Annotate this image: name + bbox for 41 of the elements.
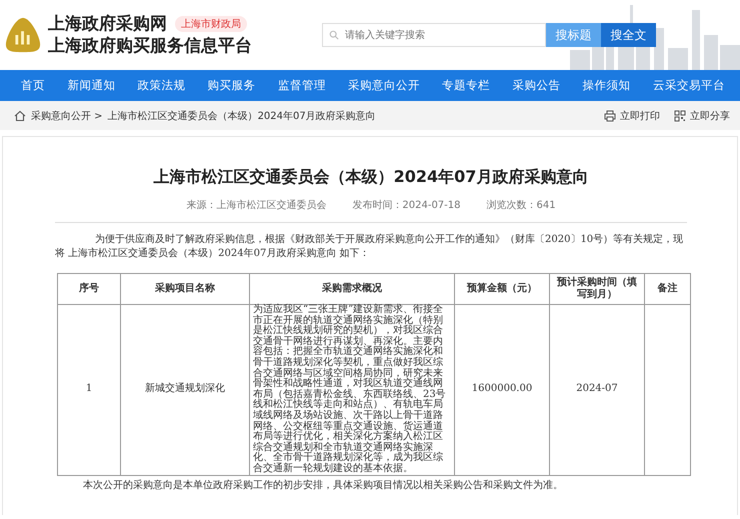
column-header: 预算金额（元） bbox=[454, 274, 550, 304]
site-badge: 上海市财政局 bbox=[175, 16, 247, 32]
nav-item[interactable]: 首页 bbox=[21, 78, 46, 93]
meta-text: 来源：上海市松江区交通委员会 bbox=[186, 198, 326, 212]
site-subtitle: 上海政府购买服务信息平台 bbox=[48, 36, 252, 56]
column-header: 备注 bbox=[644, 274, 690, 304]
nav-item[interactable]: 政策法规 bbox=[137, 78, 186, 93]
table-cell: 1600000.00 bbox=[454, 304, 550, 475]
nav-item[interactable]: 采购公告 bbox=[512, 78, 560, 93]
search-button[interactable]: 搜标题 bbox=[546, 23, 601, 47]
site-title: 上海政府采购网 bbox=[48, 14, 167, 34]
breadcrumb-item[interactable]: 采购意向公开 > bbox=[31, 108, 103, 122]
printer-icon[interactable] bbox=[604, 110, 616, 122]
article-title: 上海市松江区交通委员会（本级）2024年07月政府采购意向 bbox=[152, 167, 590, 188]
nav-item[interactable]: 监督管理 bbox=[278, 78, 326, 93]
column-header: 预计采购时间（填写到月） bbox=[550, 274, 644, 304]
nav-item[interactable]: 云采交易平台 bbox=[652, 78, 725, 93]
qr-code-icon[interactable] bbox=[674, 110, 686, 122]
table-cell: 2024-07 bbox=[550, 304, 644, 475]
table-cell: 新城交通规划深化 bbox=[120, 304, 250, 475]
breadcrumb-item: 上海市松江区交通委员会（本级）2024年07月政府采购意向 bbox=[108, 110, 376, 122]
nav-item[interactable]: 采购意向公开 bbox=[348, 78, 420, 93]
table-cell: 1 bbox=[58, 304, 120, 475]
meta-text: 发布时间：2024-07-18 bbox=[352, 198, 461, 212]
nav-item[interactable]: 专题专栏 bbox=[442, 78, 490, 93]
footnote-text: 本次公开的采购意向是本单位政府采购工作的初步安排，具体采购项目情况以相关采购公告和采购文件为准。 bbox=[82, 478, 564, 492]
intro-paragraph: 为便于供应商及时了解政府采购信息，根据《财政部关于开展政府采购意向公开工作的通知》（财库〔2020〕10号）等有关规定，现将 上海市松江区交通委员会（本级）2024年07月政府采购意向 如下： bbox=[55, 233, 684, 261]
action-link[interactable]: 立即打印 bbox=[604, 108, 660, 122]
nav-item[interactable]: 新闻通知 bbox=[67, 78, 116, 93]
search-button[interactable]: 搜全文 bbox=[601, 23, 656, 47]
table-cell: 为适应我区“三张王牌”建设新需求、衔接全市正在开展的轨道交通网络实施深化（特别是松江快线规划研究的契机），对我区综合交通骨干网络进行再谋划、再深化。主要内容包括：把握全市轨道交通网络实施深化和骨干道路规划深化等契机，重点做好我区综合交通网络与区域空间格局协同，研究未来骨架性和战略性通道，对我区轨道交通线网布局（包括嘉青松金线、东西联络线、23号线和松江快线等走向和站点）、有轨电车局域线网络及场站设施、次干路以上骨干道路网络、公交枢纽等重点交通设施、货运通道布局等进行优化，相关深化方案纳入松江区综合交通规划和全市轨道交通网络实施深化、全市骨干道路规划深化等，成为我区综合交通新一轮规划建设的基本依据。 bbox=[250, 304, 454, 475]
column-header: 采购项目名称 bbox=[120, 274, 250, 304]
nav-item[interactable]: 购买服务 bbox=[208, 78, 256, 93]
logo-icon bbox=[4, 16, 42, 54]
action-link[interactable]: 立即分享 bbox=[674, 108, 730, 122]
column-header: 采购需求概况 bbox=[250, 274, 454, 304]
column-header: 序号 bbox=[58, 274, 120, 304]
search-field[interactable]: 请输入关键字搜索 bbox=[322, 23, 546, 47]
nav-item[interactable]: 操作须知 bbox=[582, 78, 631, 93]
meta-text: 浏览次数：641 bbox=[486, 198, 556, 212]
home-icon[interactable] bbox=[14, 110, 26, 122]
